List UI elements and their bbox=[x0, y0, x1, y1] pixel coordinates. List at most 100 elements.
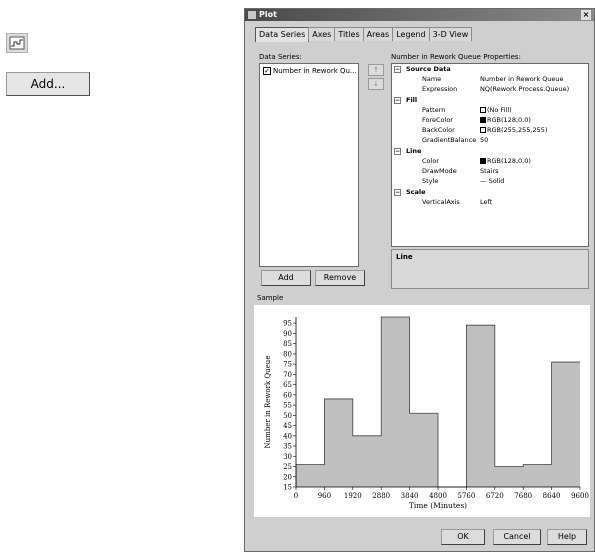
tab-titles[interactable]: Titles bbox=[334, 27, 364, 41]
properties-label: Number in Rework Queue Properties: bbox=[391, 53, 521, 61]
x-tick-label: 7680 bbox=[514, 492, 532, 500]
color-swatch bbox=[480, 158, 486, 164]
move-down-button[interactable]: ↓ bbox=[368, 78, 384, 90]
section-scale[interactable]: − Scale bbox=[392, 188, 588, 197]
dialog-titlebar: Plot × bbox=[245, 9, 594, 21]
prop-row-backcolor[interactable]: BackColor RGB(255,255,255) bbox=[392, 126, 588, 135]
collapse-icon[interactable]: − bbox=[394, 189, 401, 196]
property-description: Line bbox=[391, 249, 589, 289]
prop-value[interactable]: Left bbox=[480, 198, 492, 207]
x-tick-label: 9600 bbox=[571, 492, 589, 500]
collapse-icon[interactable]: − bbox=[394, 66, 401, 73]
tab-data-series[interactable]: Data Series bbox=[255, 27, 310, 42]
y-axis-label: Number in Rework Queue bbox=[264, 356, 272, 449]
prop-row-pattern[interactable]: Pattern (No Fill) bbox=[392, 106, 588, 115]
x-axis-label: Time (Minutes) bbox=[409, 501, 467, 510]
x-tick-label: 1920 bbox=[344, 492, 362, 500]
move-up-button[interactable]: ↑ bbox=[368, 64, 384, 76]
close-icon[interactable]: × bbox=[581, 10, 591, 20]
tab-legend[interactable]: Legend bbox=[392, 27, 430, 41]
data-series-list[interactable]: ✓ Number in Rework Qu... bbox=[259, 63, 359, 267]
prop-row-drawmode[interactable]: DrawMode Stairs bbox=[392, 167, 588, 176]
checkbox[interactable]: ✓ bbox=[263, 67, 271, 75]
add-series-button[interactable]: Add bbox=[261, 270, 311, 286]
prop-label: VerticalAxis bbox=[422, 198, 460, 206]
sample-label: Sample bbox=[257, 294, 284, 302]
y-tick-label: 60 bbox=[283, 391, 292, 399]
x-tick-label: 2880 bbox=[372, 492, 390, 500]
y-tick-label: 95 bbox=[283, 320, 292, 328]
prop-label: GradientBalance bbox=[422, 136, 477, 144]
prop-row-verticalaxis[interactable]: VerticalAxis Left bbox=[392, 198, 588, 207]
collapse-icon[interactable]: − bbox=[394, 148, 401, 155]
sample-chart: 15 20 25 30 35 40 45 50 55 60 65 70 75 80 85 90 95 0 960 19… bbox=[254, 305, 590, 517]
prop-value[interactable]: (No Fill) bbox=[480, 106, 512, 115]
x-tick-label: 6720 bbox=[486, 492, 504, 500]
prop-value[interactable]: 50 bbox=[480, 136, 488, 145]
x-tick-label: 960 bbox=[318, 492, 331, 500]
section-label: Source Data bbox=[406, 65, 451, 73]
prop-value-text: RGB(128,0,0) bbox=[487, 116, 531, 124]
prop-label: Pattern bbox=[422, 106, 446, 114]
tab-bar: Data Series Axes Titles Areas Legend 3-D View bbox=[255, 27, 473, 42]
prop-label: ForeColor bbox=[422, 116, 453, 124]
y-tick-label: 90 bbox=[283, 330, 292, 338]
prop-value[interactable]: RGB(255,255,255) bbox=[480, 126, 547, 135]
prop-value[interactable]: Number in Rework Queue bbox=[480, 75, 564, 84]
help-button[interactable]: Help bbox=[547, 529, 587, 545]
prop-value[interactable]: NQ(Rework Process.Queue) bbox=[480, 85, 569, 94]
x-tick-label: 0 bbox=[294, 492, 298, 500]
description-title: Line bbox=[396, 253, 413, 261]
list-item[interactable]: ✓ Number in Rework Qu... bbox=[260, 64, 358, 78]
prop-value[interactable]: — Solid bbox=[480, 177, 504, 186]
section-line[interactable]: − Line bbox=[392, 147, 588, 156]
chart-svg: 15 20 25 30 35 40 45 50 55 60 65 70 75 80 85 90 95 0 960 19… bbox=[264, 316, 589, 510]
y-tick-label: 35 bbox=[283, 443, 292, 451]
y-tick-label: 50 bbox=[283, 412, 292, 420]
cancel-button[interactable]: Cancel bbox=[493, 529, 541, 545]
x-tick-label: 4800 bbox=[429, 492, 447, 500]
y-tick-label: 30 bbox=[283, 453, 292, 461]
y-tick-label: 65 bbox=[283, 381, 292, 389]
prop-row-style[interactable]: Style — Solid bbox=[392, 177, 588, 186]
prop-value-text: (No Fill) bbox=[487, 106, 512, 114]
color-swatch bbox=[480, 107, 486, 113]
color-swatch bbox=[480, 117, 486, 123]
remove-series-button[interactable]: Remove bbox=[315, 270, 365, 286]
plot-tool-icon[interactable] bbox=[6, 33, 28, 53]
prop-label: Style bbox=[422, 177, 439, 185]
y-tick-label: 40 bbox=[283, 432, 292, 440]
tab-3d-view[interactable]: 3-D View bbox=[428, 27, 473, 41]
prop-row-gradient[interactable]: GradientBalance 50 bbox=[392, 136, 588, 145]
tab-axes[interactable]: Axes bbox=[308, 27, 336, 41]
prop-label: Color bbox=[422, 157, 439, 165]
section-source-data[interactable]: − Source Data bbox=[392, 65, 588, 74]
ok-button[interactable]: OK bbox=[441, 529, 485, 545]
y-tick-label: 80 bbox=[283, 350, 292, 358]
x-tick-label: 8640 bbox=[543, 492, 561, 500]
section-fill[interactable]: − Fill bbox=[392, 96, 588, 105]
prop-value[interactable]: RGB(128,0,0) bbox=[480, 116, 531, 125]
collapse-icon[interactable]: − bbox=[394, 97, 401, 104]
y-tick-label: 75 bbox=[283, 361, 292, 369]
y-tick-label: 20 bbox=[283, 473, 292, 481]
prop-label: BackColor bbox=[422, 126, 455, 134]
plot-dialog: Plot × Data Series Axes Titles Areas Legend 3… bbox=[244, 8, 595, 552]
prop-value[interactable]: Stairs bbox=[480, 167, 499, 176]
y-tick-label: 45 bbox=[283, 422, 292, 430]
prop-label: DrawMode bbox=[422, 167, 457, 175]
prop-label: Name bbox=[422, 75, 442, 83]
tab-areas[interactable]: Areas bbox=[362, 27, 394, 41]
prop-row-color[interactable]: Color RGB(128,0,0) bbox=[392, 157, 588, 166]
prop-value-text: RGB(128,0,0) bbox=[487, 157, 531, 165]
y-tick-label: 55 bbox=[283, 402, 292, 410]
add-plot-button[interactable]: Add... bbox=[6, 72, 90, 96]
prop-row-expression[interactable]: Expression NQ(Rework Process.Queue) bbox=[392, 85, 588, 94]
prop-row-forecolor[interactable]: ForeColor RGB(128,0,0) bbox=[392, 116, 588, 125]
property-grid[interactable]: − Source Data Name Number in Rework Queue… bbox=[391, 63, 589, 247]
y-tick-label: 70 bbox=[283, 371, 292, 379]
prop-value[interactable]: RGB(128,0,0) bbox=[480, 157, 531, 166]
section-label: Scale bbox=[406, 188, 426, 196]
y-tick-label: 85 bbox=[283, 340, 292, 348]
prop-row-name[interactable]: Name Number in Rework Queue bbox=[392, 75, 588, 84]
